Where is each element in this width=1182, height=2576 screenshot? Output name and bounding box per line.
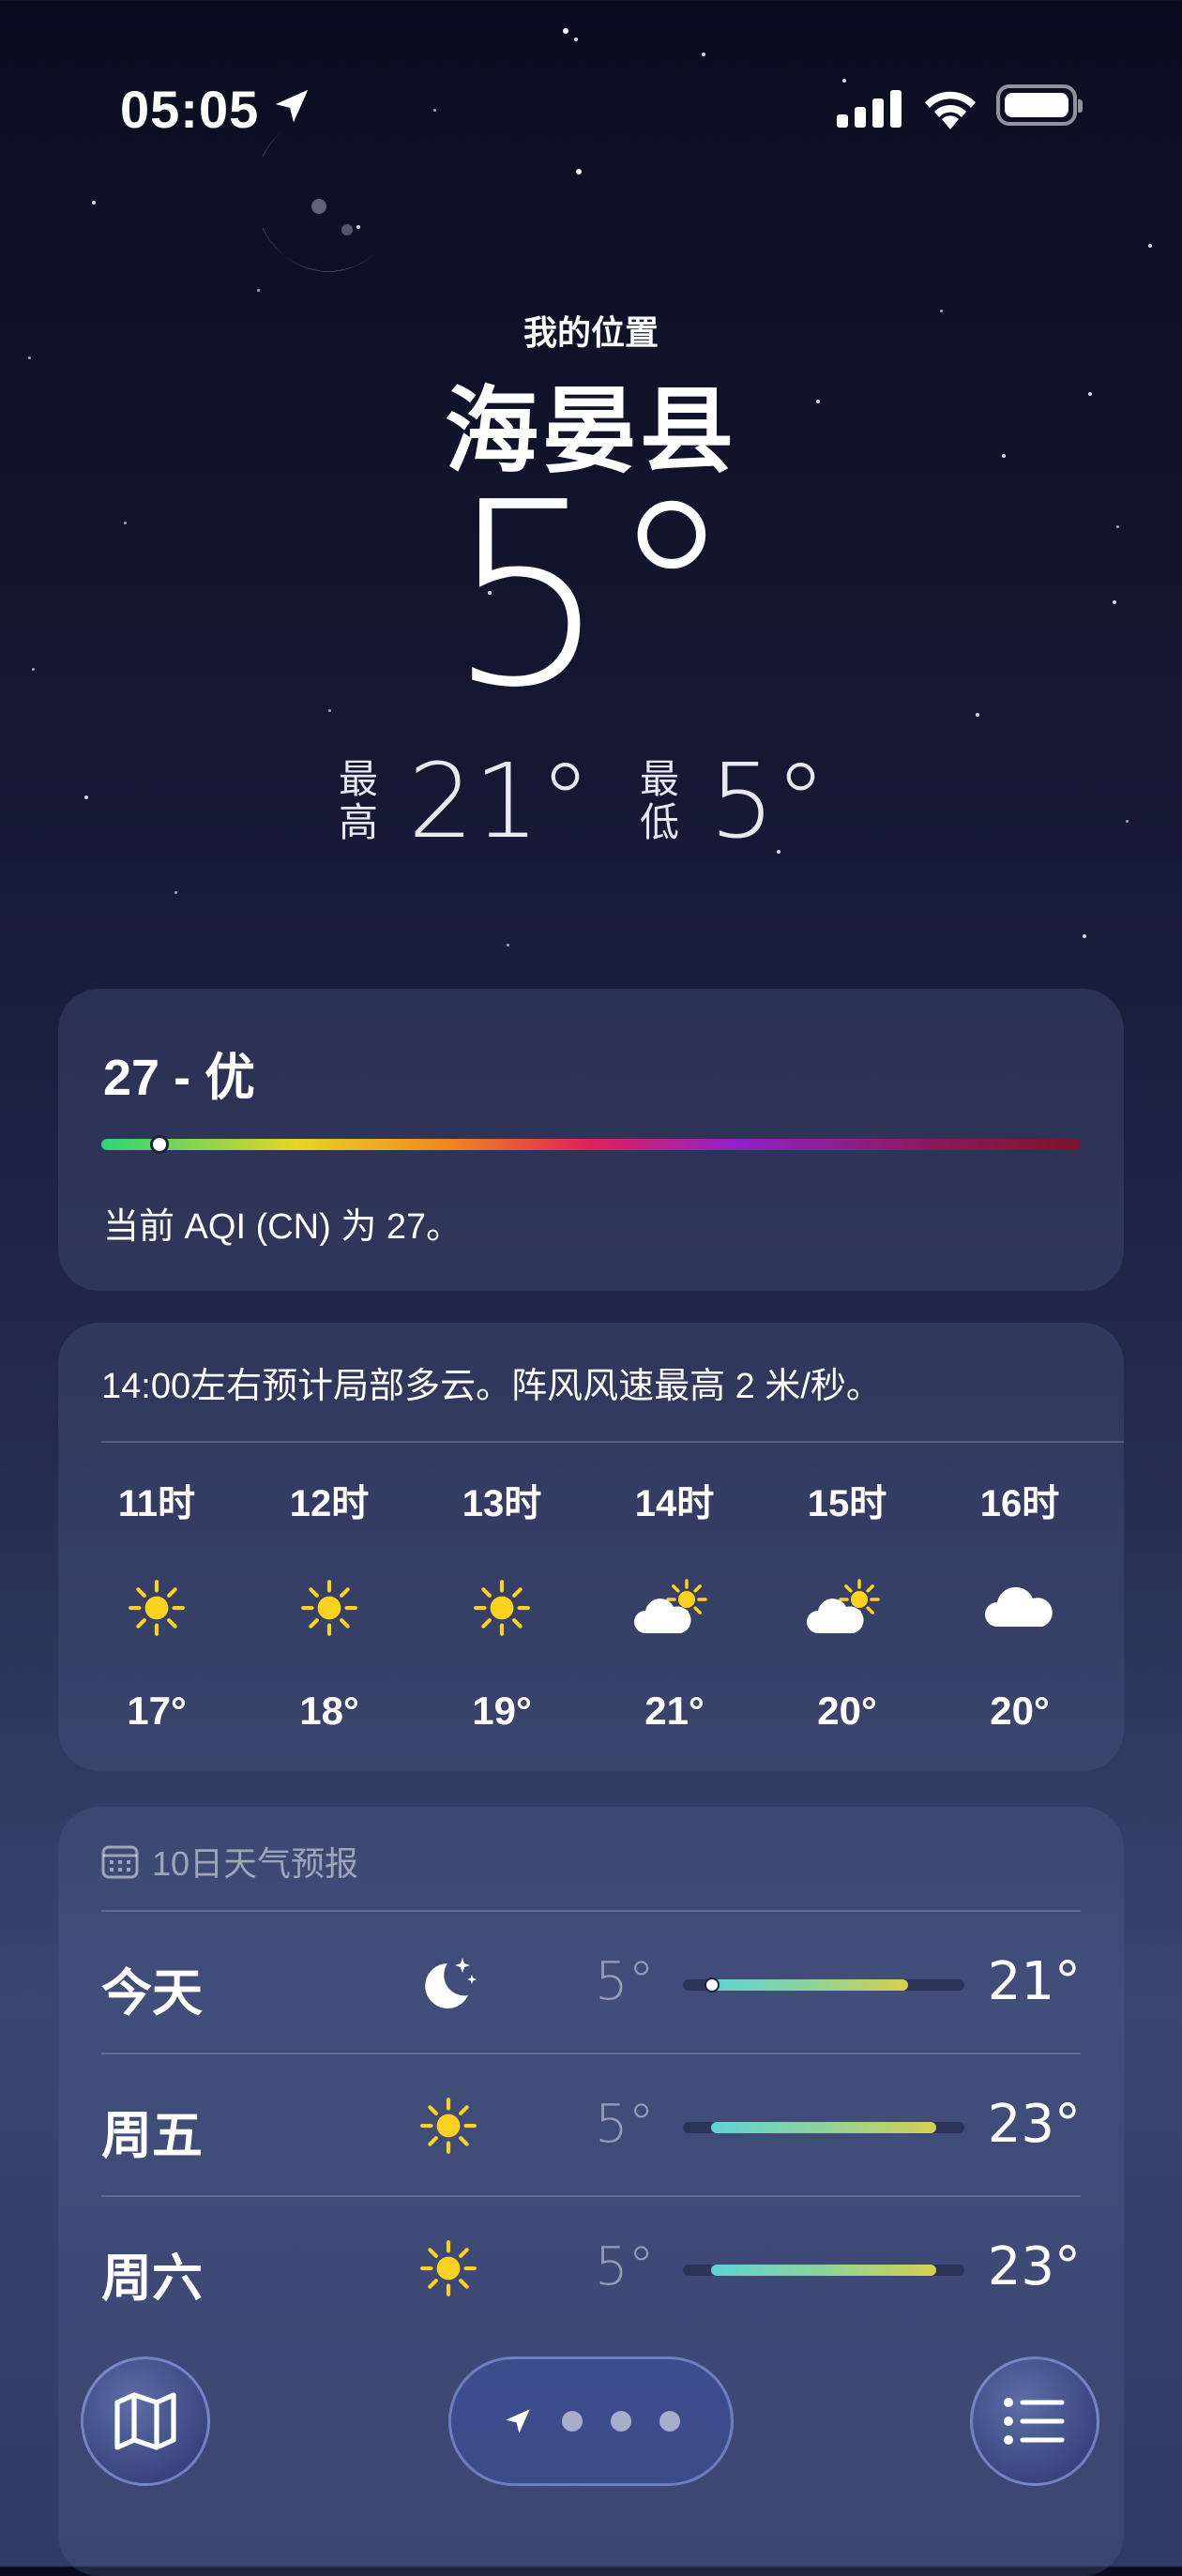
sun-icon	[129, 1580, 185, 1636]
sun-icon	[420, 2240, 477, 2296]
high-temp: 21°	[408, 741, 591, 861]
ten-day-title: 10日天气预报	[152, 1844, 359, 1883]
location-list-button[interactable]	[970, 2356, 1099, 2486]
hour-column: 13时 19°	[432, 1473, 572, 1734]
day-row[interactable]: 周五 5° 23°	[101, 2053, 1081, 2195]
temp-range-track	[683, 2265, 964, 2276]
hour-label: 12时	[289, 1483, 370, 1524]
hour-column: 15时 20°	[777, 1473, 917, 1734]
day-high: 21°	[987, 1951, 1081, 2012]
list-icon	[1004, 2398, 1065, 2445]
sun-icon	[301, 1580, 357, 1636]
aqi-indicator	[150, 1135, 169, 1154]
hour-column: 16时 20°	[949, 1473, 1090, 1734]
page-dot[interactable]	[611, 2411, 631, 2432]
map-icon	[114, 2392, 176, 2450]
hour-label: 15时	[807, 1483, 887, 1524]
ten-day-header: 10日天气预报	[101, 1837, 358, 1886]
hour-label: 13时	[462, 1483, 542, 1524]
hourly-forecast-card[interactable]: 14:00左右预计局部多云。阵风风速最高 2 米/秒。 11时 17° 12时 1…	[58, 1323, 1124, 1771]
hour-column: 12时 18°	[259, 1473, 400, 1734]
page-indicator[interactable]	[448, 2356, 734, 2486]
cloud-icon	[985, 1586, 1053, 1627]
hour-temp: 18°	[299, 1689, 359, 1733]
current-temperature: 5°	[447, 447, 735, 743]
high-label: 最高	[338, 757, 378, 844]
hour-temp: 19°	[472, 1689, 532, 1733]
temp-range-track	[683, 2122, 964, 2133]
sun-icon	[474, 1580, 530, 1636]
day-high: 23°	[987, 2094, 1081, 2155]
aqi-description: 当前 AQI (CN) 为 27。	[103, 1207, 462, 1247]
page-dot[interactable]	[659, 2411, 680, 2432]
hour-column: 11时 17°	[86, 1473, 227, 1734]
wifi-icon	[925, 91, 976, 129]
low-temp: 5°	[708, 741, 826, 861]
hour-label: 16时	[979, 1483, 1060, 1524]
hour-label: 11时	[117, 1483, 196, 1524]
hour-temp: 17°	[127, 1689, 187, 1733]
my-location-label: 我的位置	[523, 313, 659, 352]
cellular-signal-icon	[837, 90, 902, 128]
partly-cloudy-icon	[807, 1579, 880, 1633]
status-time: 05:05	[120, 80, 260, 139]
battery-icon	[996, 84, 1083, 126]
day-high: 23°	[987, 2236, 1081, 2297]
sun-icon	[420, 2098, 477, 2154]
day-label: 周六	[101, 2250, 203, 2307]
partly-cloudy-icon	[634, 1579, 707, 1633]
air-quality-card[interactable]: 27 - 优 当前 AQI (CN) 为 27。	[58, 989, 1124, 1291]
moon-icon	[263, 131, 375, 272]
calendar-icon	[101, 1845, 139, 1879]
hour-temp: 21°	[644, 1689, 705, 1733]
day-low: 5°	[595, 1951, 655, 2012]
aqi-title: 27 - 优	[103, 1050, 256, 1106]
day-low: 5°	[595, 2094, 655, 2155]
hourly-summary: 14:00左右预计局部多云。阵风风速最高 2 米/秒。	[101, 1367, 882, 1406]
temp-range-fill	[711, 1979, 908, 1991]
hour-column: 14时 21°	[604, 1473, 745, 1734]
temp-range-fill	[711, 2122, 936, 2133]
hour-temp: 20°	[817, 1689, 877, 1733]
day-label: 周五	[101, 2108, 203, 2164]
temp-range-fill	[711, 2265, 936, 2276]
map-button[interactable]	[81, 2356, 210, 2486]
day-row[interactable]: 周六 5° 23°	[101, 2195, 1081, 2338]
day-row[interactable]: 今天 5° 21°	[101, 1910, 1081, 2053]
divider	[101, 1441, 1124, 1443]
low-label: 最低	[639, 757, 679, 844]
day-label: 今天	[101, 1965, 203, 2022]
moon-stars-icon	[425, 1958, 477, 2008]
aqi-scale-bar	[101, 1139, 1081, 1150]
current-temp-marker	[705, 1977, 720, 1993]
day-low: 5°	[595, 2236, 655, 2297]
location-arrow-icon	[506, 2409, 530, 2433]
high-low-temps: 最高 21° 最低 5°	[0, 741, 1182, 861]
hour-label: 14时	[634, 1483, 715, 1524]
page-dot[interactable]	[562, 2411, 583, 2432]
temp-range-track	[683, 1977, 964, 1993]
hour-temp: 20°	[990, 1689, 1050, 1733]
